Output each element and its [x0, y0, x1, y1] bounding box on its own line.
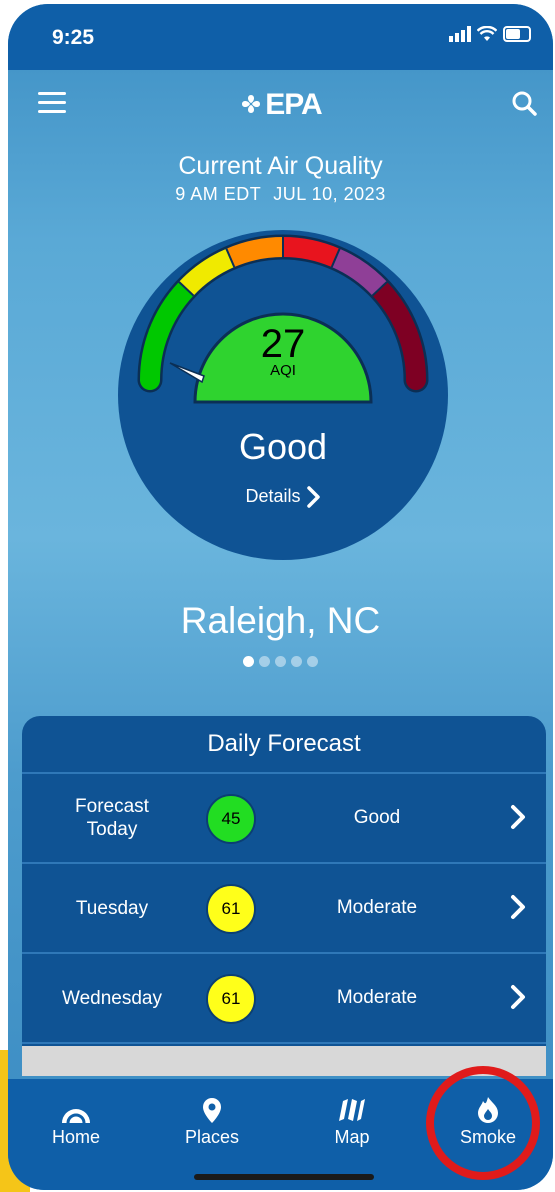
- observation-date: JUL 10, 2023: [273, 184, 386, 204]
- observation-time: 9 AM EDT JUL 10, 2023: [8, 184, 553, 205]
- gauge-arc: [137, 234, 429, 404]
- gauge-segment: [226, 237, 284, 268]
- chevron-right-icon: [306, 486, 320, 508]
- map-icon: [339, 1099, 365, 1121]
- tab-home[interactable]: Home: [26, 1093, 126, 1148]
- gauge-icon: [62, 1109, 90, 1124]
- forecast-day: Wednesday: [62, 987, 162, 1009]
- page-dot[interactable]: [291, 656, 302, 667]
- forecast-day: Forecast Today: [75, 796, 149, 840]
- page-dot[interactable]: [307, 656, 318, 667]
- forecast-row[interactable]: Wednesday 61 Moderate: [22, 954, 546, 1044]
- tab-map-label: Map: [334, 1127, 370, 1147]
- epa-flower-icon: [242, 95, 261, 113]
- search-icon[interactable]: [511, 90, 537, 116]
- highlight-circle: [426, 1066, 540, 1180]
- forecast-title: Daily Forecast: [22, 716, 546, 774]
- wifi-icon: [477, 26, 497, 41]
- app-screen: 9:25 EPA Current Air Quality 9 AM EDT JUL…: [8, 4, 553, 1190]
- details-link[interactable]: Details: [118, 486, 448, 508]
- tab-map[interactable]: Map: [302, 1093, 402, 1148]
- tab-home-label: Home: [51, 1127, 100, 1147]
- status-icons: [449, 26, 531, 42]
- logo-text: EPA: [265, 88, 322, 121]
- observation-hour: 9 AM EDT: [175, 184, 262, 204]
- status-time: 9:25: [52, 26, 95, 49]
- forecast-row[interactable]: Forecast Today 45 Good: [22, 774, 546, 864]
- aqi-gauge: 27 AQI Good Details: [118, 230, 448, 560]
- chevron-right-icon: [511, 895, 525, 919]
- location-name: Raleigh, NC: [180, 600, 381, 641]
- home-indicator: [194, 1174, 374, 1180]
- page-dot[interactable]: [259, 656, 270, 667]
- page-dot[interactable]: [275, 656, 286, 667]
- location-pin-icon: [203, 1098, 221, 1123]
- aqi-category: Good: [238, 426, 328, 467]
- tab-places[interactable]: Places: [162, 1093, 262, 1148]
- chevron-right-icon: [511, 985, 525, 1009]
- forecast-day: Tuesday: [75, 897, 149, 919]
- forecast-category: Moderate: [336, 987, 418, 1008]
- page-indicator[interactable]: [8, 656, 553, 667]
- page-dot[interactable]: [243, 656, 254, 667]
- forecast-aqi-badge: 61: [206, 974, 256, 1024]
- forecast-category: Moderate: [336, 897, 418, 918]
- chevron-right-icon: [511, 805, 525, 829]
- forecast-category: Good: [353, 807, 401, 828]
- battery-icon: [503, 26, 531, 42]
- details-label: Details: [245, 486, 301, 506]
- forecast-aqi-badge: 61: [206, 884, 256, 934]
- gauge-segment: [282, 237, 340, 268]
- aqi-value: 27: [260, 322, 306, 366]
- epa-logo: EPA: [8, 88, 553, 122]
- app-header: EPA: [8, 86, 553, 126]
- tab-places-label: Places: [184, 1127, 240, 1147]
- aqi-unit-label: AQI: [270, 362, 296, 379]
- forecast-row[interactable]: Tuesday 61 Moderate: [22, 864, 546, 954]
- daily-forecast-panel: Daily Forecast Forecast Today 45 Good Tuesda…: [22, 716, 546, 1076]
- signal-icon: [449, 26, 471, 42]
- forecast-aqi-badge: 45: [206, 794, 256, 844]
- current-air-quality-title: Current Air Quality: [178, 152, 383, 180]
- status-bar: 9:25: [8, 4, 553, 70]
